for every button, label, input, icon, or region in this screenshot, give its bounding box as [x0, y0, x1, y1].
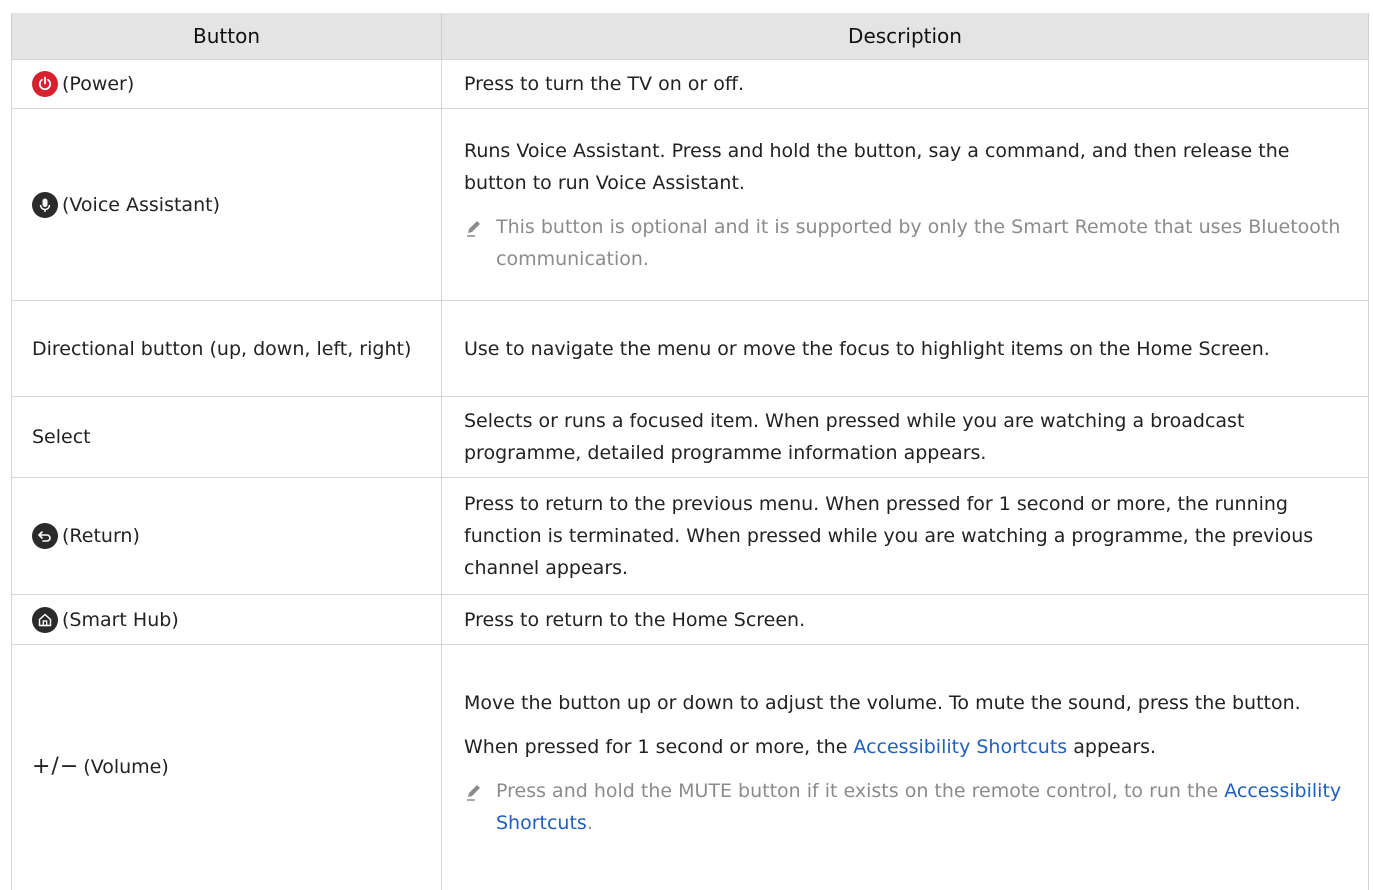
description-text: Press to turn the TV on or off. — [464, 73, 745, 95]
header-description: Description — [441, 13, 1369, 60]
button-cell: (Voice Assistant) — [11, 108, 442, 301]
button-cell: (Return) — [11, 477, 442, 595]
note-text: This button is optional and it is suppor… — [496, 215, 1341, 270]
button-label: (Voice Assistant) — [62, 193, 220, 216]
accessibility-shortcuts-link[interactable]: Accessibility Shortcuts — [853, 736, 1067, 758]
text: appears. — [1067, 736, 1157, 759]
description-text: Move the button up or down to adjust the… — [464, 692, 1301, 715]
description-cell: Press to return to the Home Screen. — [441, 594, 1369, 645]
table-row: Directional button (up, down, left, righ… — [11, 300, 1369, 397]
remote-buttons-table: Button Description (Power) Press to turn… — [11, 13, 1369, 890]
description-cell: Selects or runs a focused item. When pre… — [441, 396, 1369, 478]
description-text: Press to return to the Home Screen. — [464, 608, 806, 631]
microphone-icon — [32, 191, 58, 218]
pencil-icon — [464, 775, 496, 839]
description-cell: Use to navigate the menu or move the foc… — [441, 300, 1369, 397]
description-cell: Move the button up or down to adjust the… — [441, 644, 1369, 890]
text: When pressed for 1 second or more, the — [464, 736, 854, 759]
button-label: (Power) — [62, 73, 135, 95]
description-text-2: When pressed for 1 second or more, the A… — [464, 731, 1348, 763]
volume-icon: +/− — [32, 754, 80, 780]
text: Press and hold the MUTE button if it exi… — [496, 780, 1225, 803]
button-cell: Directional button (up, down, left, righ… — [11, 300, 442, 397]
button-label: (Return) — [62, 525, 140, 547]
table-row: Select Selects or runs a focused item. W… — [11, 396, 1369, 478]
return-icon — [32, 523, 58, 549]
button-cell: (Power) — [11, 59, 442, 109]
button-cell: Select — [11, 396, 442, 478]
description-text: Selects or runs a focused item. When pre… — [464, 410, 1245, 464]
button-cell: +/− (Volume) — [11, 644, 442, 890]
note: This button is optional and it is suppor… — [464, 211, 1348, 275]
description-cell: Press to return to the previous menu. Wh… — [441, 477, 1369, 595]
home-icon — [32, 606, 58, 633]
description-text: Press to return to the previous menu. Wh… — [464, 493, 1314, 579]
note: Press and hold the MUTE button if it exi… — [464, 775, 1348, 839]
button-label: Select — [32, 426, 91, 448]
description-cell: Press to turn the TV on or off. — [441, 59, 1369, 109]
header-button: Button — [11, 13, 442, 60]
description-text: Runs Voice Assistant. Press and hold the… — [464, 139, 1290, 194]
table-row: (Return) Press to return to the previous… — [11, 477, 1369, 595]
button-label: (Smart Hub) — [62, 608, 179, 631]
button-cell: (Smart Hub) — [11, 594, 442, 645]
text: . — [586, 812, 593, 835]
button-label: (Volume) — [83, 756, 169, 779]
table-row: (Power) Press to turn the TV on or off. — [11, 59, 1369, 109]
table-header-row: Button Description — [11, 13, 1369, 60]
power-icon — [32, 71, 58, 97]
table-row: (Smart Hub) Press to return to the Home … — [11, 594, 1369, 645]
note-text: Press and hold the MUTE button if it exi… — [496, 775, 1348, 839]
pencil-icon — [464, 211, 496, 275]
table-row: (Voice Assistant) Runs Voice Assistant. … — [11, 108, 1369, 301]
description-cell: Runs Voice Assistant. Press and hold the… — [441, 108, 1369, 301]
button-label: Directional button (up, down, left, righ… — [32, 337, 412, 360]
description-text: Use to navigate the menu or move the foc… — [464, 337, 1270, 360]
table-row: +/− (Volume) Move the button up or down … — [11, 644, 1369, 890]
